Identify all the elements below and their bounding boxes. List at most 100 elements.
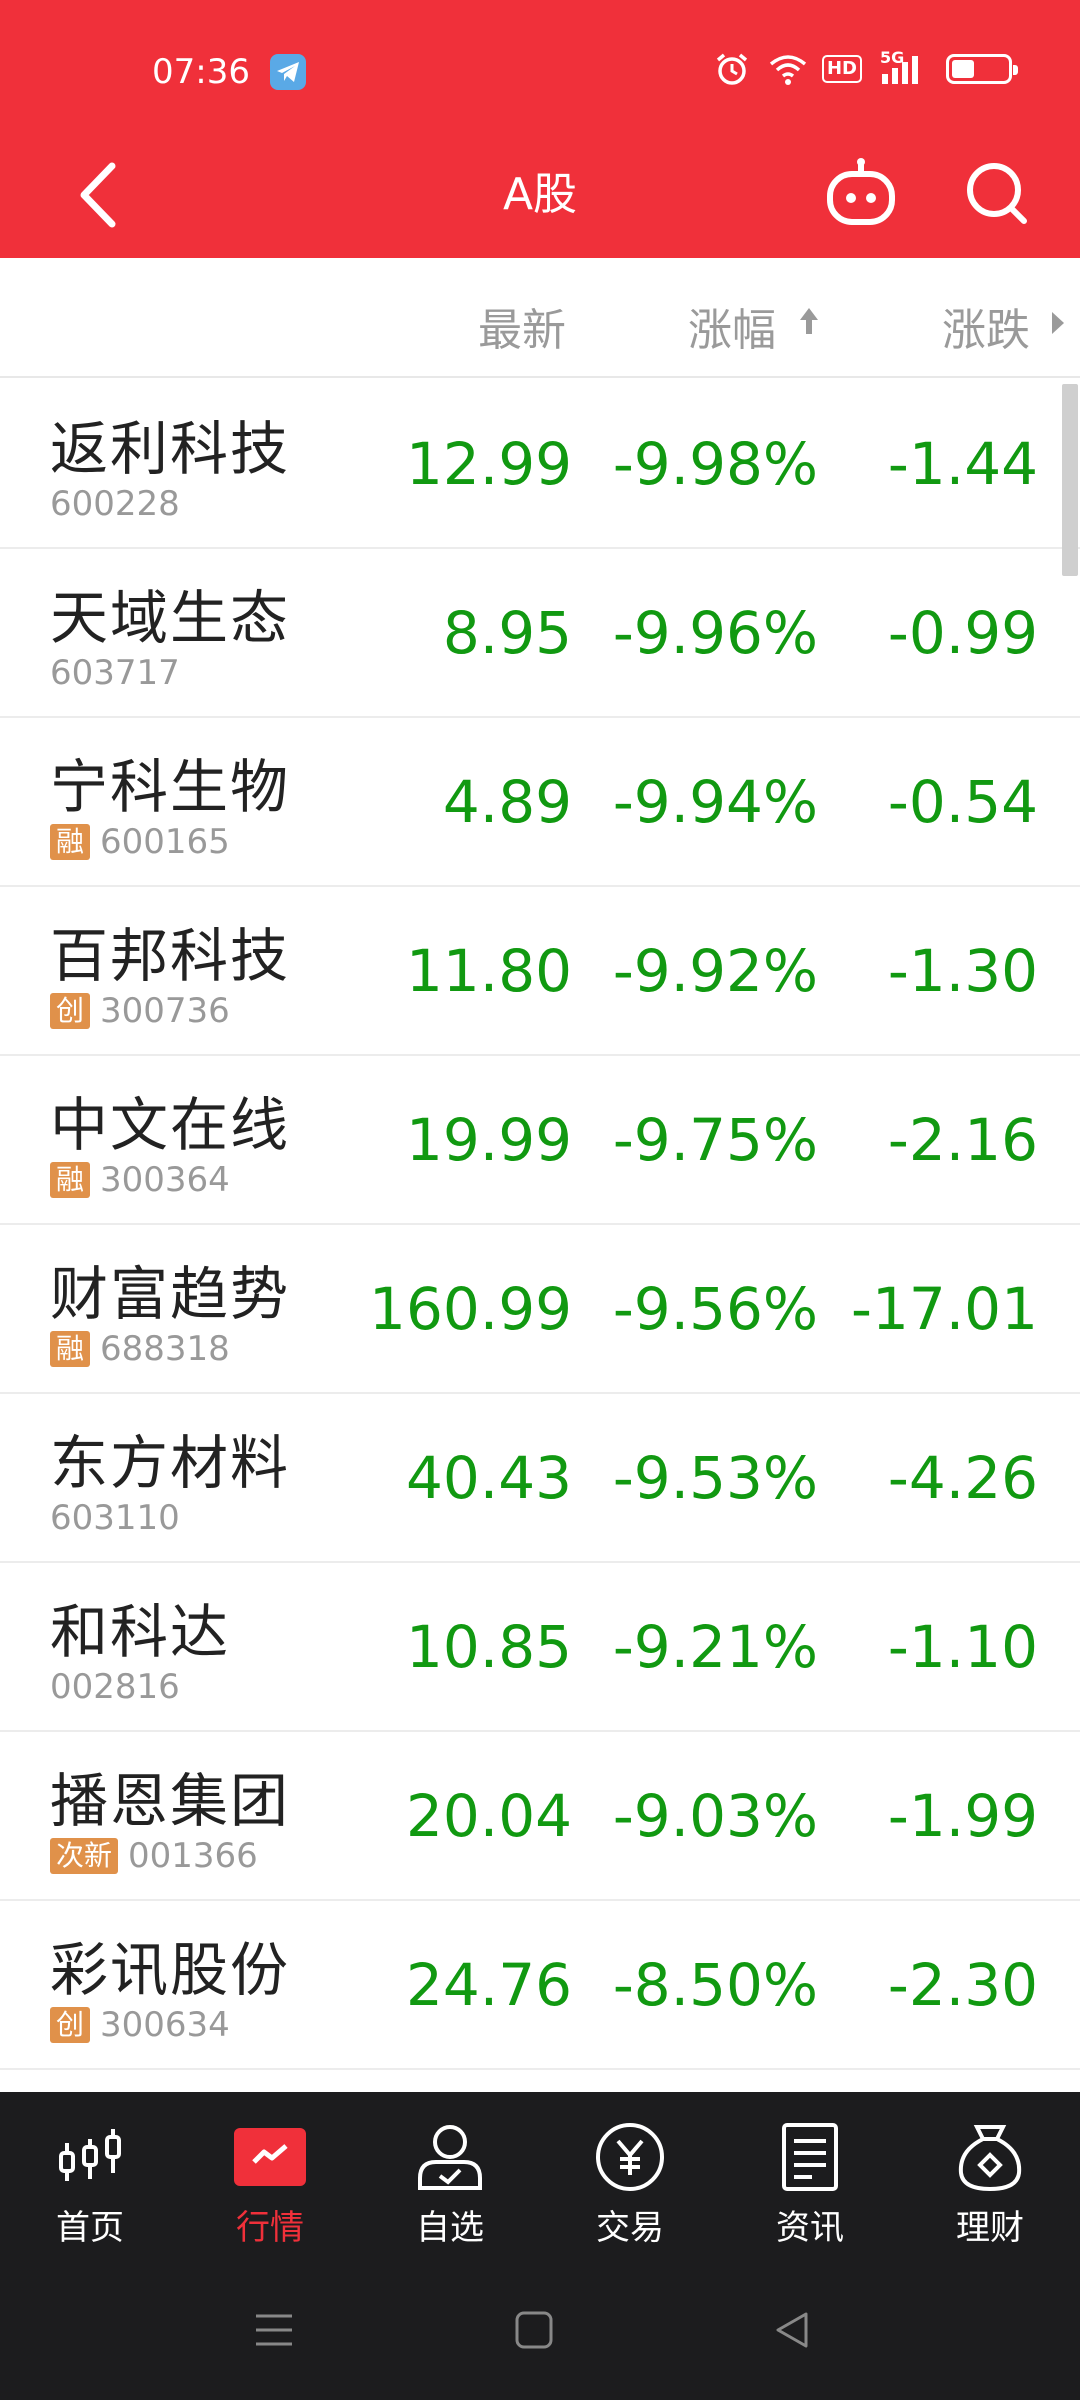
stock-pct-change: -9.75% [612,1106,818,1174]
table-row[interactable]: 和科达 002816 10.85 -9.21% -1.10 [0,1563,1080,1732]
stock-name: 彩讯股份 [50,1936,291,2004]
tab-watchlist[interactable]: 自选 [380,2120,520,2249]
stock-change: -0.99 [887,599,1038,667]
home-square-icon[interactable] [512,2308,556,2352]
tab-label: 自选 [416,2208,484,2248]
news-document-icon [782,2123,838,2191]
tab-wealth[interactable]: 理财 [920,2120,1060,2249]
page-title: A股 [502,169,578,220]
yuan-coin-icon [596,2123,664,2191]
stock-price: 12.99 [405,430,572,498]
new-listing-badge: 次新 [50,1838,119,1874]
column-change[interactable]: 涨跌 [942,294,1030,358]
stock-name: 播恩集团 [50,1767,291,1835]
stock-name: 返利科技 [50,415,291,483]
stock-code: 600165 [100,822,230,862]
search-icon [967,163,1027,224]
margin-badge: 融 [50,824,91,860]
user-watchlist-icon [418,2125,482,2190]
stock-pct-change: -9.92% [612,937,818,1005]
network-label: 5G [880,48,905,67]
status-icons: HD 5G [714,48,1018,86]
status-time: 07:36 [152,52,250,92]
tab-label: 资讯 [776,2208,844,2248]
stock-name: 东方材料 [50,1429,291,1497]
tab-label: 理财 [956,2208,1024,2248]
column-pct-change[interactable]: 涨幅 [688,294,776,358]
stock-code: 300364 [100,1160,230,1200]
tab-trade[interactable]: 交易 [560,2120,700,2249]
scroll-right-icon[interactable] [1050,310,1066,336]
wifi-icon [768,52,807,86]
tab-label: 首页 [56,2208,124,2248]
sort-up-arrow-icon[interactable] [798,306,820,336]
stock-name: 财富趋势 [50,1260,291,1328]
stock-name: 天域生态 [50,584,291,652]
money-bag-icon [958,2125,1022,2192]
market-chart-icon [234,2128,306,2186]
stock-price: 4.89 [442,768,572,836]
tab-home[interactable]: 首页 [20,2120,160,2249]
stock-change: -0.54 [887,768,1038,836]
menu-lines-icon[interactable] [252,2308,296,2352]
table-row[interactable]: 百邦科技 创 300736 11.80 -9.92% -1.30 [0,887,1080,1056]
stock-pct-change: -9.53% [612,1444,818,1512]
hd-icon: HD [821,55,862,83]
table-row[interactable]: 中文在线 融 300364 19.99 -9.75% -2.16 [0,1056,1080,1225]
stock-pct-change: -9.94% [612,768,818,836]
stock-change: -2.30 [887,1951,1038,2019]
app-header: 07:36 HD 5G A股 [0,0,1080,258]
tab-news[interactable]: 资讯 [740,2120,880,2249]
stock-pct-change: -8.50% [612,1951,818,2019]
assistant-robot-button[interactable] [822,154,900,232]
table-row[interactable]: 返利科技 600228 12.99 -9.98% -1.44 [0,380,1080,549]
table-row[interactable]: 播恩集团 次新 001366 20.04 -9.03% -1.99 [0,1732,1080,1901]
margin-badge: 融 [50,1331,91,1367]
system-navigation-bar [0,2272,1080,2400]
stock-code: 300634 [100,2005,230,2045]
stock-code: 688318 [100,1329,230,1369]
chinext-badge: 创 [50,2007,91,2043]
bottom-tab-bar: 首页 行情 自选 交易 资讯 理财 [0,2092,1080,2272]
stock-change: -1.30 [887,937,1038,1005]
stock-pct-change: -9.03% [612,1782,818,1850]
table-row[interactable]: 财富趋势 融 688318 160.99 -9.56% -17.01 [0,1225,1080,1394]
list-scrollbar[interactable] [1062,384,1078,576]
tab-label: 交易 [596,2208,664,2248]
stock-pct-change: -9.98% [612,430,818,498]
back-triangle-icon[interactable] [770,2308,814,2352]
column-header: 最新 涨幅 涨跌 [0,258,1080,378]
stock-price: 160.99 [369,1275,572,1343]
stock-name: 和科达 [50,1598,231,1666]
search-button[interactable] [962,154,1030,232]
signal-5g-icon: 5G [880,48,928,86]
nav-bar: A股 [0,140,1080,258]
table-row[interactable]: 天域生态 603717 8.95 -9.96% -0.99 [0,549,1080,718]
stock-pct-change: -9.56% [612,1275,818,1343]
stock-price: 19.99 [405,1106,572,1174]
table-row[interactable]: 宁科生物 融 600165 4.89 -9.94% -0.54 [0,718,1080,887]
margin-badge: 融 [50,1162,91,1198]
stock-name: 百邦科技 [50,922,291,990]
stock-change: -1.99 [887,1782,1038,1850]
stock-pct-change: -9.21% [612,1613,818,1681]
stock-price: 11.80 [405,937,572,1005]
status-bar: 07:36 HD 5G [0,0,1080,140]
stock-change: -4.26 [887,1444,1038,1512]
alarm-icon [714,52,750,86]
tab-market[interactable]: 行情 [200,2120,340,2249]
stock-price: 20.04 [405,1782,572,1850]
candlestick-icon [59,2129,121,2181]
telegram-icon [270,54,306,90]
stock-price: 10.85 [405,1613,572,1681]
stock-pct-change: -9.96% [612,599,818,667]
chinext-badge: 创 [50,993,91,1029]
table-row[interactable]: 彩讯股份 创 300634 24.76 -8.50% -2.30 [0,1901,1080,2070]
stock-change: -2.16 [887,1106,1038,1174]
table-row[interactable]: 东方材料 603110 40.43 -9.53% -4.26 [0,1394,1080,1563]
stock-name: 宁科生物 [50,753,291,821]
stock-change: -17.01 [851,1275,1038,1343]
column-latest[interactable]: 最新 [478,294,566,358]
stock-change: -1.44 [887,430,1038,498]
stock-price: 40.43 [405,1444,572,1512]
